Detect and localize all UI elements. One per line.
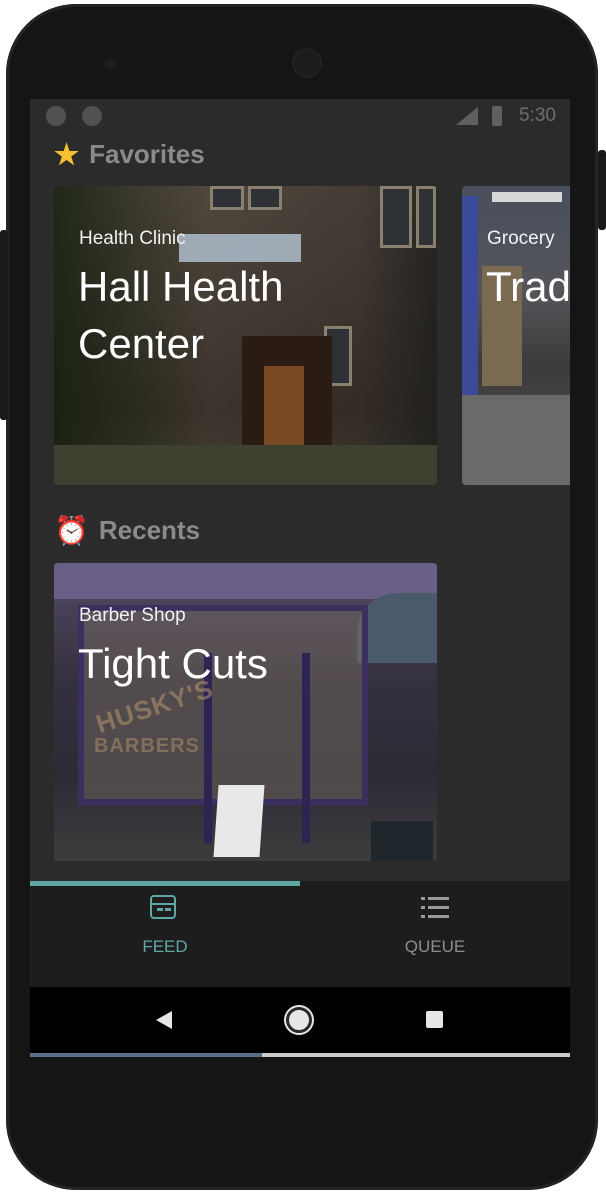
overview-icon[interactable] — [426, 1011, 443, 1028]
power-button — [598, 150, 606, 230]
card-category: Barber Shop — [79, 605, 186, 626]
system-navigation-bar — [30, 987, 570, 1053]
notification-icon — [46, 106, 66, 126]
tab-queue-label: QUEUE — [404, 937, 466, 956]
favorite-card-grocery[interactable]: Grocery Trad — [462, 186, 570, 485]
back-icon[interactable] — [156, 1011, 172, 1029]
recents-title: Recents — [98, 515, 201, 545]
card-title: Tight Cuts — [78, 640, 268, 687]
app-screen: 5:30 ★ Favorites Health Clinic Hall Heal… — [30, 99, 570, 1057]
recents-header: ⏰ Recents — [54, 515, 200, 546]
window-lettering-decoration: BARBERS — [94, 735, 200, 757]
card-category: Grocery — [487, 228, 555, 249]
status-bar: 5:30 — [30, 99, 570, 133]
tab-feed[interactable]: FEED — [30, 881, 300, 987]
card-category: Health Clinic — [79, 228, 186, 249]
status-time: 5:30 — [519, 105, 556, 126]
list-icon — [421, 897, 449, 919]
card-title-line: Center — [78, 320, 205, 367]
front-camera — [104, 58, 116, 70]
load-progress-bar — [30, 1053, 570, 1057]
star-icon: ★ — [54, 138, 80, 170]
bottom-navigation: FEED QUEUE — [30, 881, 570, 987]
favorites-title: Favorites — [89, 139, 205, 169]
load-progress-fill — [30, 1053, 263, 1057]
tab-queue[interactable]: QUEUE — [300, 881, 570, 987]
card-title-line: Hall Health — [78, 263, 284, 310]
volume-button — [0, 230, 8, 420]
feed-icon — [150, 895, 176, 919]
tab-feed-label: FEED — [142, 937, 188, 956]
sidewalk-sign — [213, 785, 265, 857]
favorites-header: ★ Favorites — [54, 139, 205, 170]
favorite-card-hall-health[interactable]: Health Clinic Hall Health Center — [54, 186, 437, 485]
battery-icon — [492, 106, 502, 126]
signal-icon — [456, 107, 478, 125]
alarm-clock-icon: ⏰ — [54, 514, 89, 546]
earpiece-speaker — [292, 48, 322, 78]
notification-icon — [82, 106, 102, 126]
card-title: Trad — [486, 263, 570, 310]
recent-card-tight-cuts[interactable]: HUSKY'S BARBERS Barber Shop Tight Cuts — [54, 563, 437, 861]
home-icon[interactable] — [286, 1007, 312, 1033]
card-title: Hall Health Center — [78, 258, 283, 372]
